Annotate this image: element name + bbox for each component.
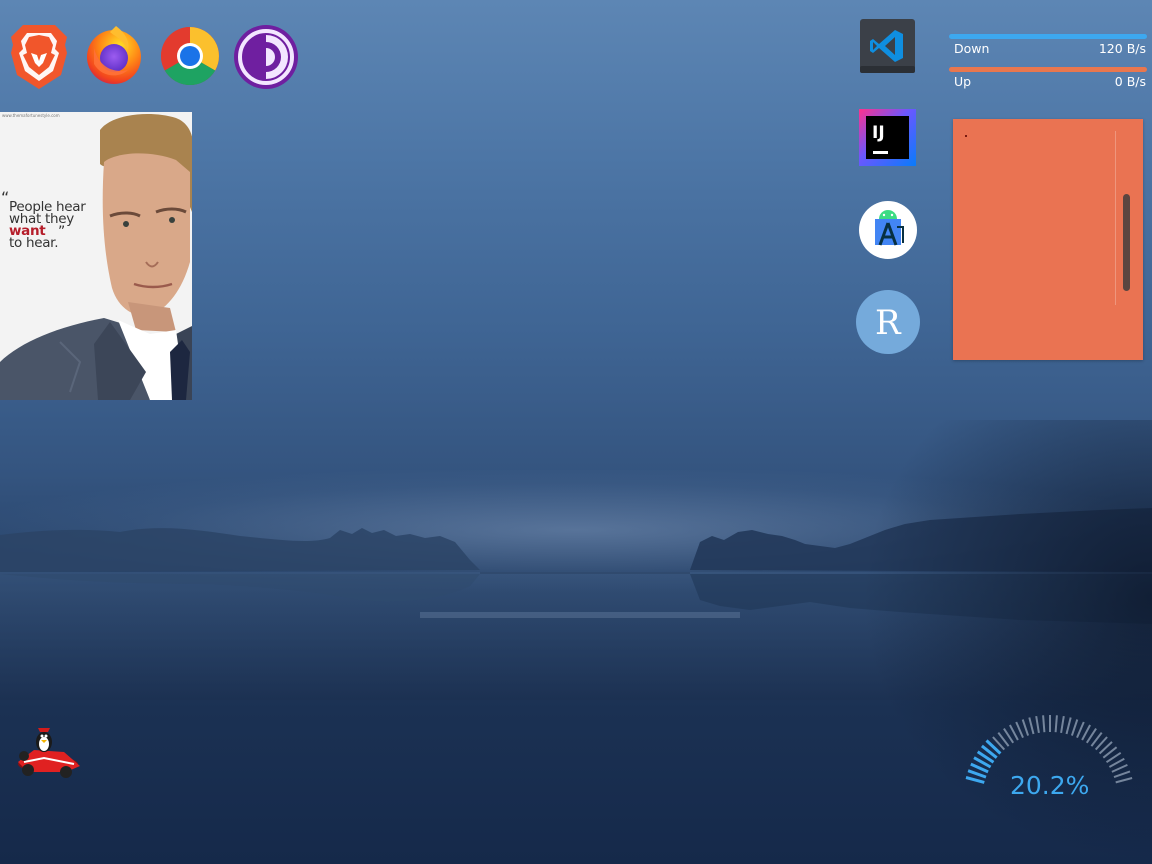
sticky-note-widget[interactable] — [953, 119, 1143, 360]
rstudio-icon: R — [856, 290, 920, 354]
network-up-bar — [949, 67, 1147, 72]
note-scroll-track — [1115, 131, 1116, 305]
network-down-value: 120 B/s — [1098, 41, 1146, 56]
rstudio-launcher[interactable]: R — [855, 289, 921, 355]
network-up-row: Up 0 B/s — [949, 67, 1147, 89]
cpu-gauge-tick — [1070, 719, 1079, 736]
vscode-launcher[interactable] — [859, 18, 917, 76]
android-studio-launcher[interactable] — [857, 199, 919, 261]
intellij-launcher[interactable]: IJ — [859, 109, 917, 167]
cpu-gauge-tick — [1076, 721, 1085, 738]
cpu-gauge-tick — [1021, 719, 1030, 736]
android-studio-icon — [859, 201, 917, 259]
cpu-gauge-tick — [1042, 715, 1046, 733]
note-text-caret — [965, 135, 967, 137]
photo-quote: People hear what they want to hear. — [9, 200, 86, 251]
cpu-usage-value: 20.2% — [1010, 771, 1090, 800]
cpu-gauge-tick — [1113, 770, 1131, 779]
quote-close-mark: ” — [58, 224, 66, 240]
photo-source-url: www.themafortunestyle.com — [2, 113, 60, 118]
cpu-gauge-tick — [1028, 717, 1035, 735]
network-down-row: Down 120 B/s — [949, 34, 1147, 56]
firefox-icon — [87, 26, 141, 84]
network-up-value: 0 B/s — [1114, 74, 1146, 89]
network-down-bar — [949, 34, 1147, 39]
rstudio-icon-text: R — [875, 303, 902, 343]
tor-browser-icon — [234, 25, 298, 89]
cpu-gauge-tick — [1009, 724, 1019, 741]
quote-line-4: to hear. — [9, 235, 59, 251]
tor-browser-launcher[interactable] — [233, 24, 299, 90]
network-down-label: Down — [954, 41, 990, 56]
brave-lion-icon — [11, 25, 67, 89]
desktop[interactable]: www.themafortunestyle.com “ People hear … — [0, 0, 1152, 864]
cpu-gauge-tick — [1035, 715, 1040, 734]
note-scrollbar[interactable] — [1123, 194, 1130, 291]
cpu-gauge-tick — [1054, 715, 1058, 733]
photo-portrait-image — [0, 112, 192, 400]
cpu-gauge-tick — [1015, 721, 1024, 738]
cpu-gauge-tick-active — [965, 776, 985, 784]
cpu-gauge-tick — [1065, 717, 1072, 735]
intellij-icon-text: IJ — [872, 123, 885, 143]
supertuxkart-launcher[interactable] — [14, 724, 82, 780]
firefox-launcher[interactable] — [84, 24, 144, 86]
chrome-icon — [161, 27, 219, 85]
cpu-gauge-tick — [1060, 715, 1065, 734]
intellij-icon: IJ — [859, 109, 916, 166]
photo-widget[interactable]: www.themafortunestyle.com “ People hear … — [0, 112, 192, 400]
cpu-gauge-tick — [1111, 763, 1128, 773]
supertuxkart-icon — [18, 728, 80, 778]
cpu-gauge-tick — [1115, 777, 1133, 784]
chrome-launcher[interactable] — [160, 26, 220, 86]
network-up-label: Up — [954, 74, 972, 89]
brave-launcher[interactable] — [9, 23, 69, 91]
vscode-icon — [860, 19, 915, 73]
cpu-gauge-tick — [1081, 724, 1091, 741]
cpu-gauge-tick-active — [967, 769, 987, 779]
